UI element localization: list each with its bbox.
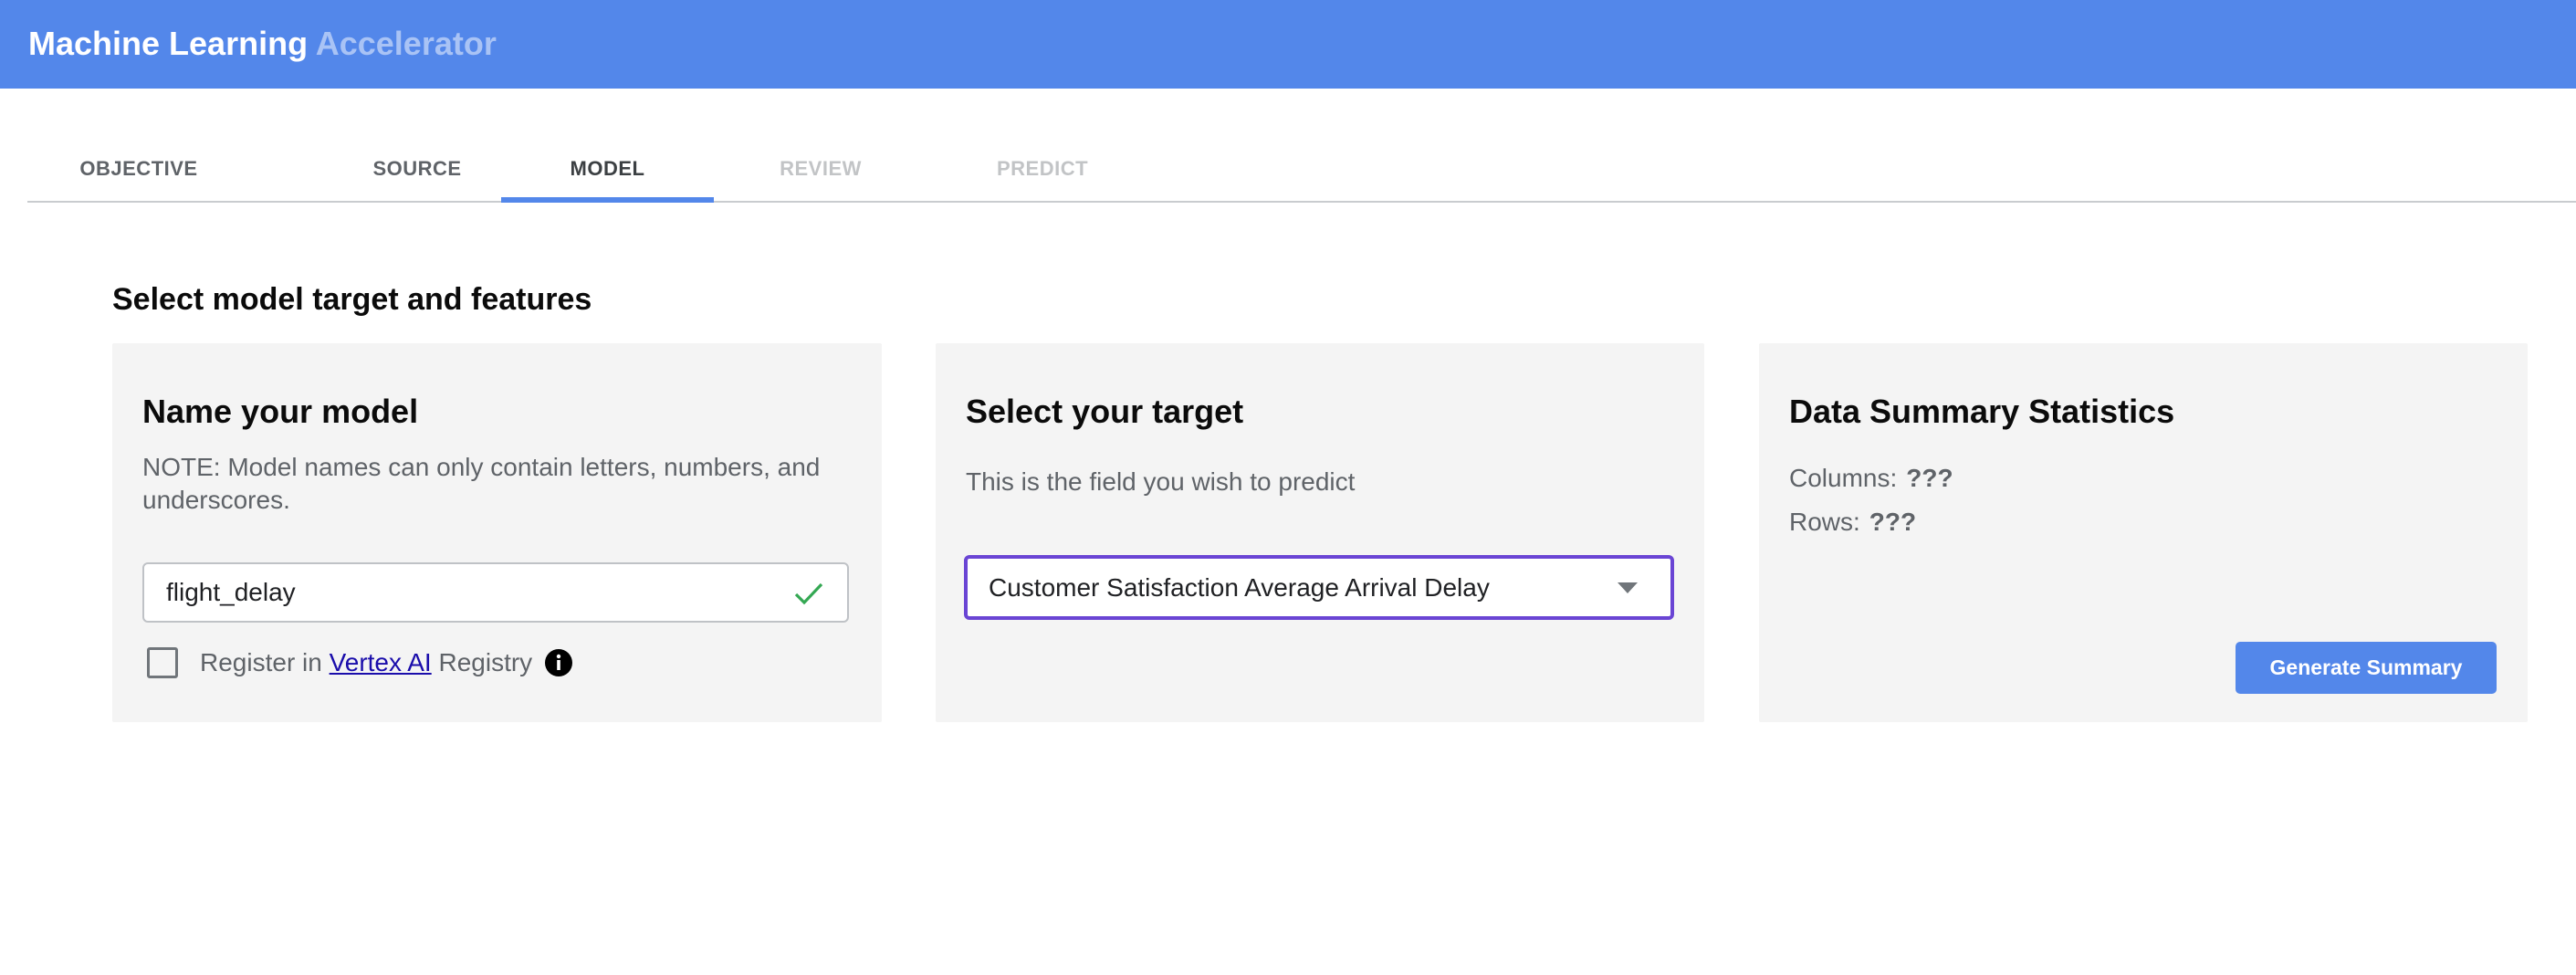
name-model-title: Name your model (142, 393, 419, 430)
page-title: Select model target and features (112, 282, 592, 317)
wizard-tabs: OBJECTIVE SOURCE MODEL REVIEW PREDICT (27, 142, 2576, 203)
app-title-secondary: Accelerator (315, 25, 497, 62)
app-title-primary: Machine Learning (28, 25, 309, 62)
columns-stat: Columns:??? (1789, 462, 1953, 495)
dropdown-arrow-icon (1618, 582, 1638, 593)
vertex-ai-link[interactable]: Vertex AI (330, 648, 432, 676)
model-name-input[interactable]: flight_delay (142, 562, 849, 623)
select-target-card: Select your target This is the field you… (936, 343, 1704, 722)
tab-objective[interactable]: OBJECTIVE (66, 142, 212, 201)
register-prefix: Register in (200, 648, 330, 676)
app-header: Machine Learning Accelerator (0, 0, 2576, 89)
columns-label: Columns: (1789, 464, 1898, 492)
tab-review: REVIEW (780, 157, 862, 180)
tab-predict: PREDICT (996, 157, 1089, 180)
select-target-title: Select your target (966, 393, 1244, 430)
target-select-value: Customer Satisfaction Average Arrival De… (989, 573, 1490, 602)
tab-model[interactable]: MODEL (501, 142, 714, 203)
columns-value: ??? (1906, 464, 1953, 492)
register-checkbox[interactable] (147, 647, 178, 678)
rows-value: ??? (1869, 508, 1917, 536)
rows-stat: Rows:??? (1789, 506, 1916, 539)
register-label: Register in Vertex AI Registry (200, 645, 532, 681)
model-name-note: NOTE: Model names can only contain lette… (142, 453, 821, 514)
data-summary-card: Data Summary Statistics Columns:??? Rows… (1759, 343, 2528, 722)
name-model-card: Name your model NOTE: Model names can on… (112, 343, 882, 722)
model-name-value: flight_delay (166, 578, 296, 606)
data-summary-title: Data Summary Statistics (1789, 393, 2175, 430)
register-suffix: Registry (431, 648, 533, 676)
check-icon (794, 582, 823, 605)
generate-summary-button[interactable]: Generate Summary (2236, 642, 2497, 694)
tab-model-label: MODEL (570, 157, 645, 180)
tab-source[interactable]: SOURCE (344, 142, 490, 201)
target-description: This is the field you wish to predict (966, 467, 1356, 496)
target-select[interactable]: Customer Satisfaction Average Arrival De… (964, 555, 1674, 620)
rows-label: Rows: (1789, 508, 1860, 536)
app-title: Machine Learning Accelerator (28, 24, 497, 64)
info-icon[interactable] (544, 648, 573, 677)
active-tab-indicator (501, 197, 714, 203)
